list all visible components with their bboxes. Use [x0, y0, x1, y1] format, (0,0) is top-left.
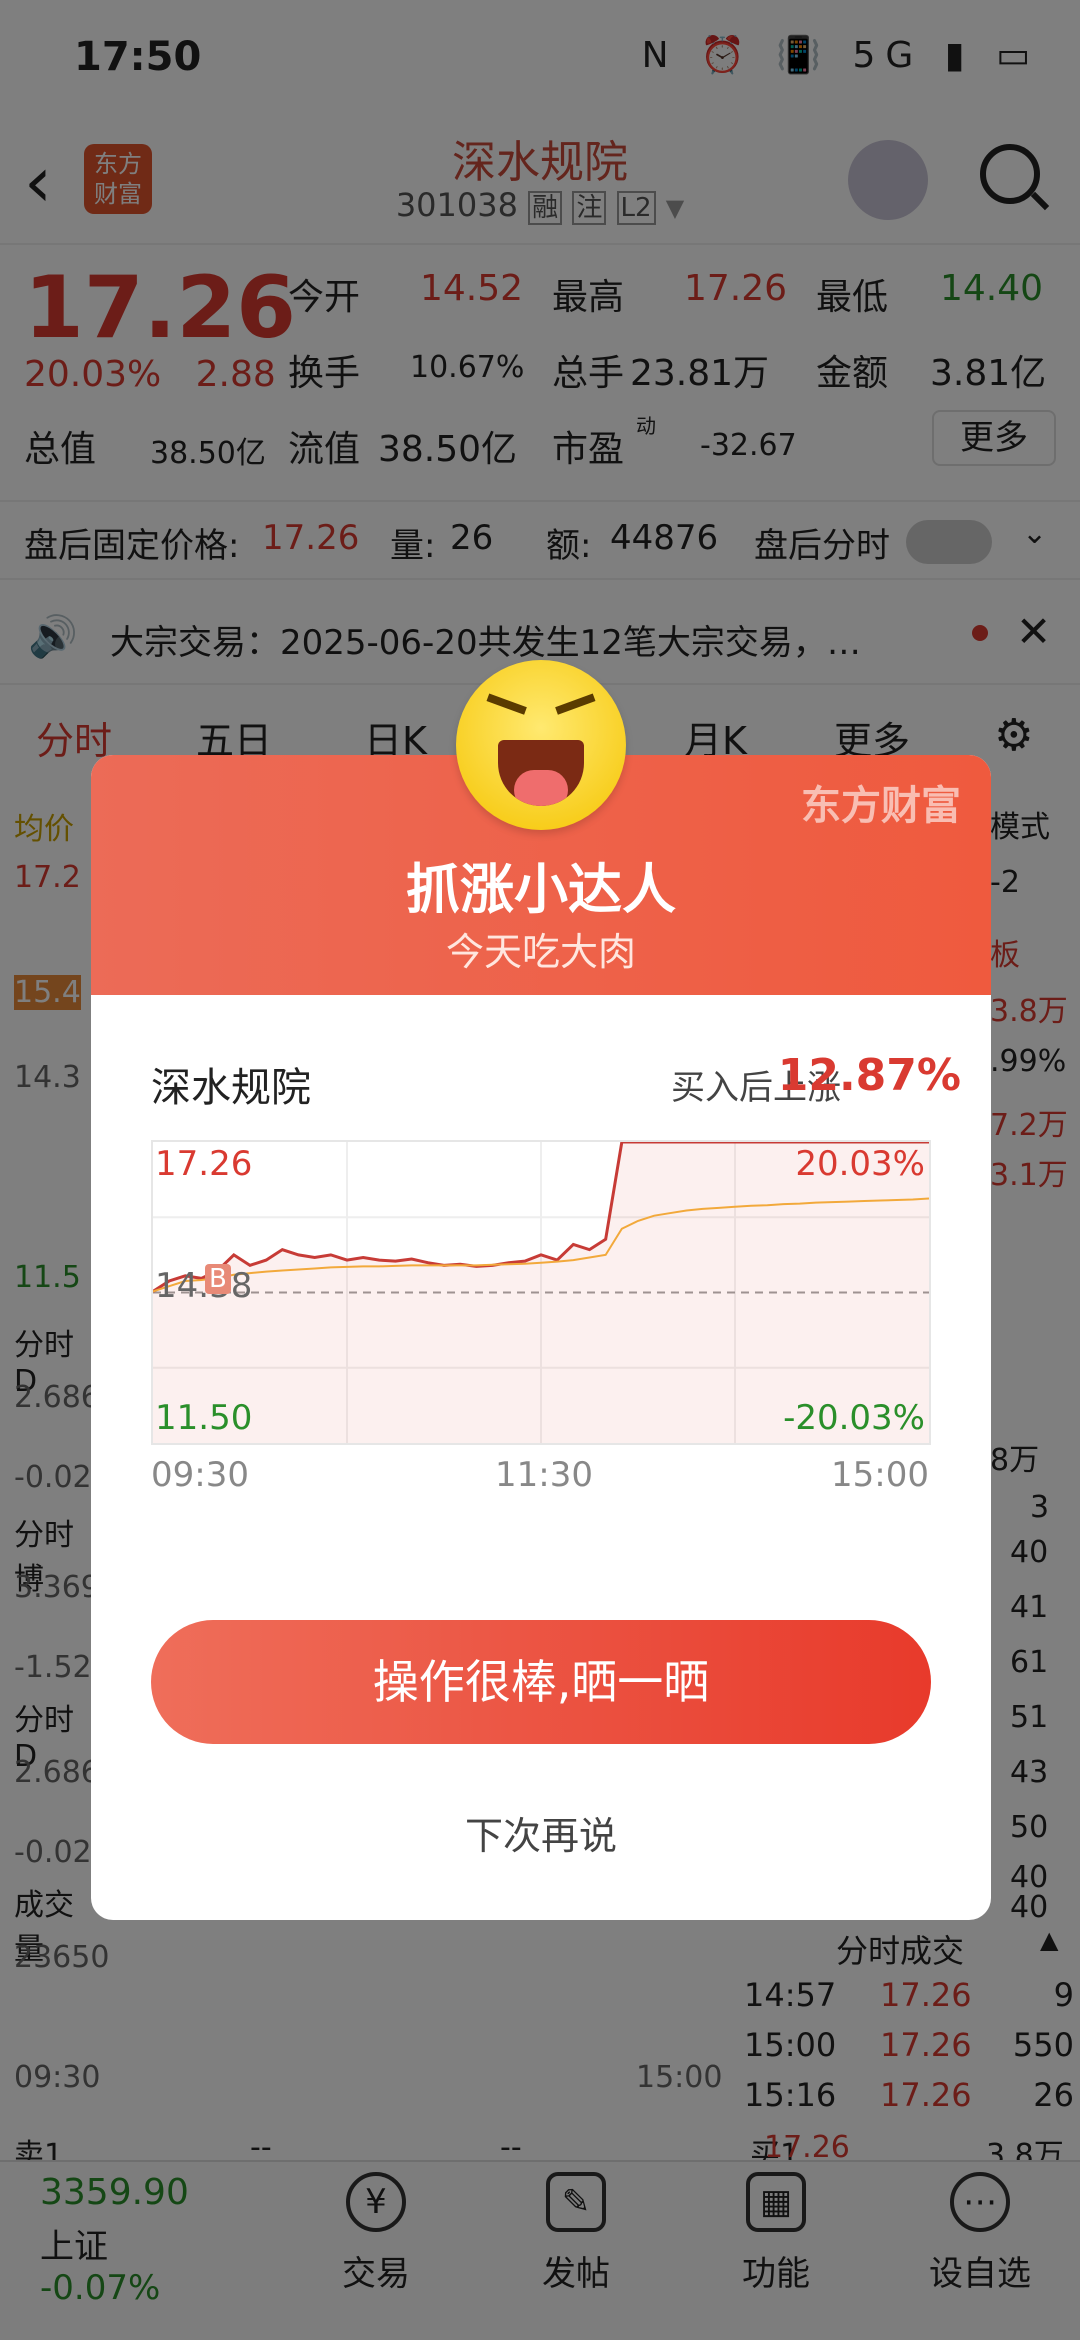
- laughing-emoji-icon: [456, 660, 626, 830]
- modal-subtitle: 今天吃大肉: [445, 930, 636, 974]
- chart-pct-high: 20.03%: [795, 1144, 925, 1184]
- achievement-modal: 东方财富 抓涨小达人 今天吃大肉 深水规院 买入后上涨 12.87% 17.26…: [91, 755, 991, 1920]
- share-button[interactable]: 操作很棒,晒一晒: [151, 1620, 931, 1744]
- later-button[interactable]: 下次再说: [91, 1805, 991, 1860]
- chart-x-mid: 11:30: [495, 1455, 593, 1495]
- modal-title: 抓涨小达人: [406, 858, 676, 921]
- rise-value: 12.87%: [777, 1050, 961, 1101]
- modal-stock-name: 深水规院: [151, 1065, 311, 1111]
- chart-x-end: 15:00: [831, 1455, 929, 1495]
- chart-pct-low: -20.03%: [783, 1398, 925, 1438]
- chart-y-mid: 14.38: [155, 1266, 253, 1306]
- chart-y-low: 11.50: [155, 1398, 253, 1438]
- chart-y-high: 17.26: [155, 1144, 253, 1184]
- intraday-chart: 17.26 14.38 11.50 20.03% -20.03% B: [151, 1140, 931, 1445]
- modal-brand-watermark: 东方财富: [801, 783, 961, 829]
- buy-marker: B: [205, 1264, 231, 1294]
- chart-x-start: 09:30: [151, 1455, 249, 1495]
